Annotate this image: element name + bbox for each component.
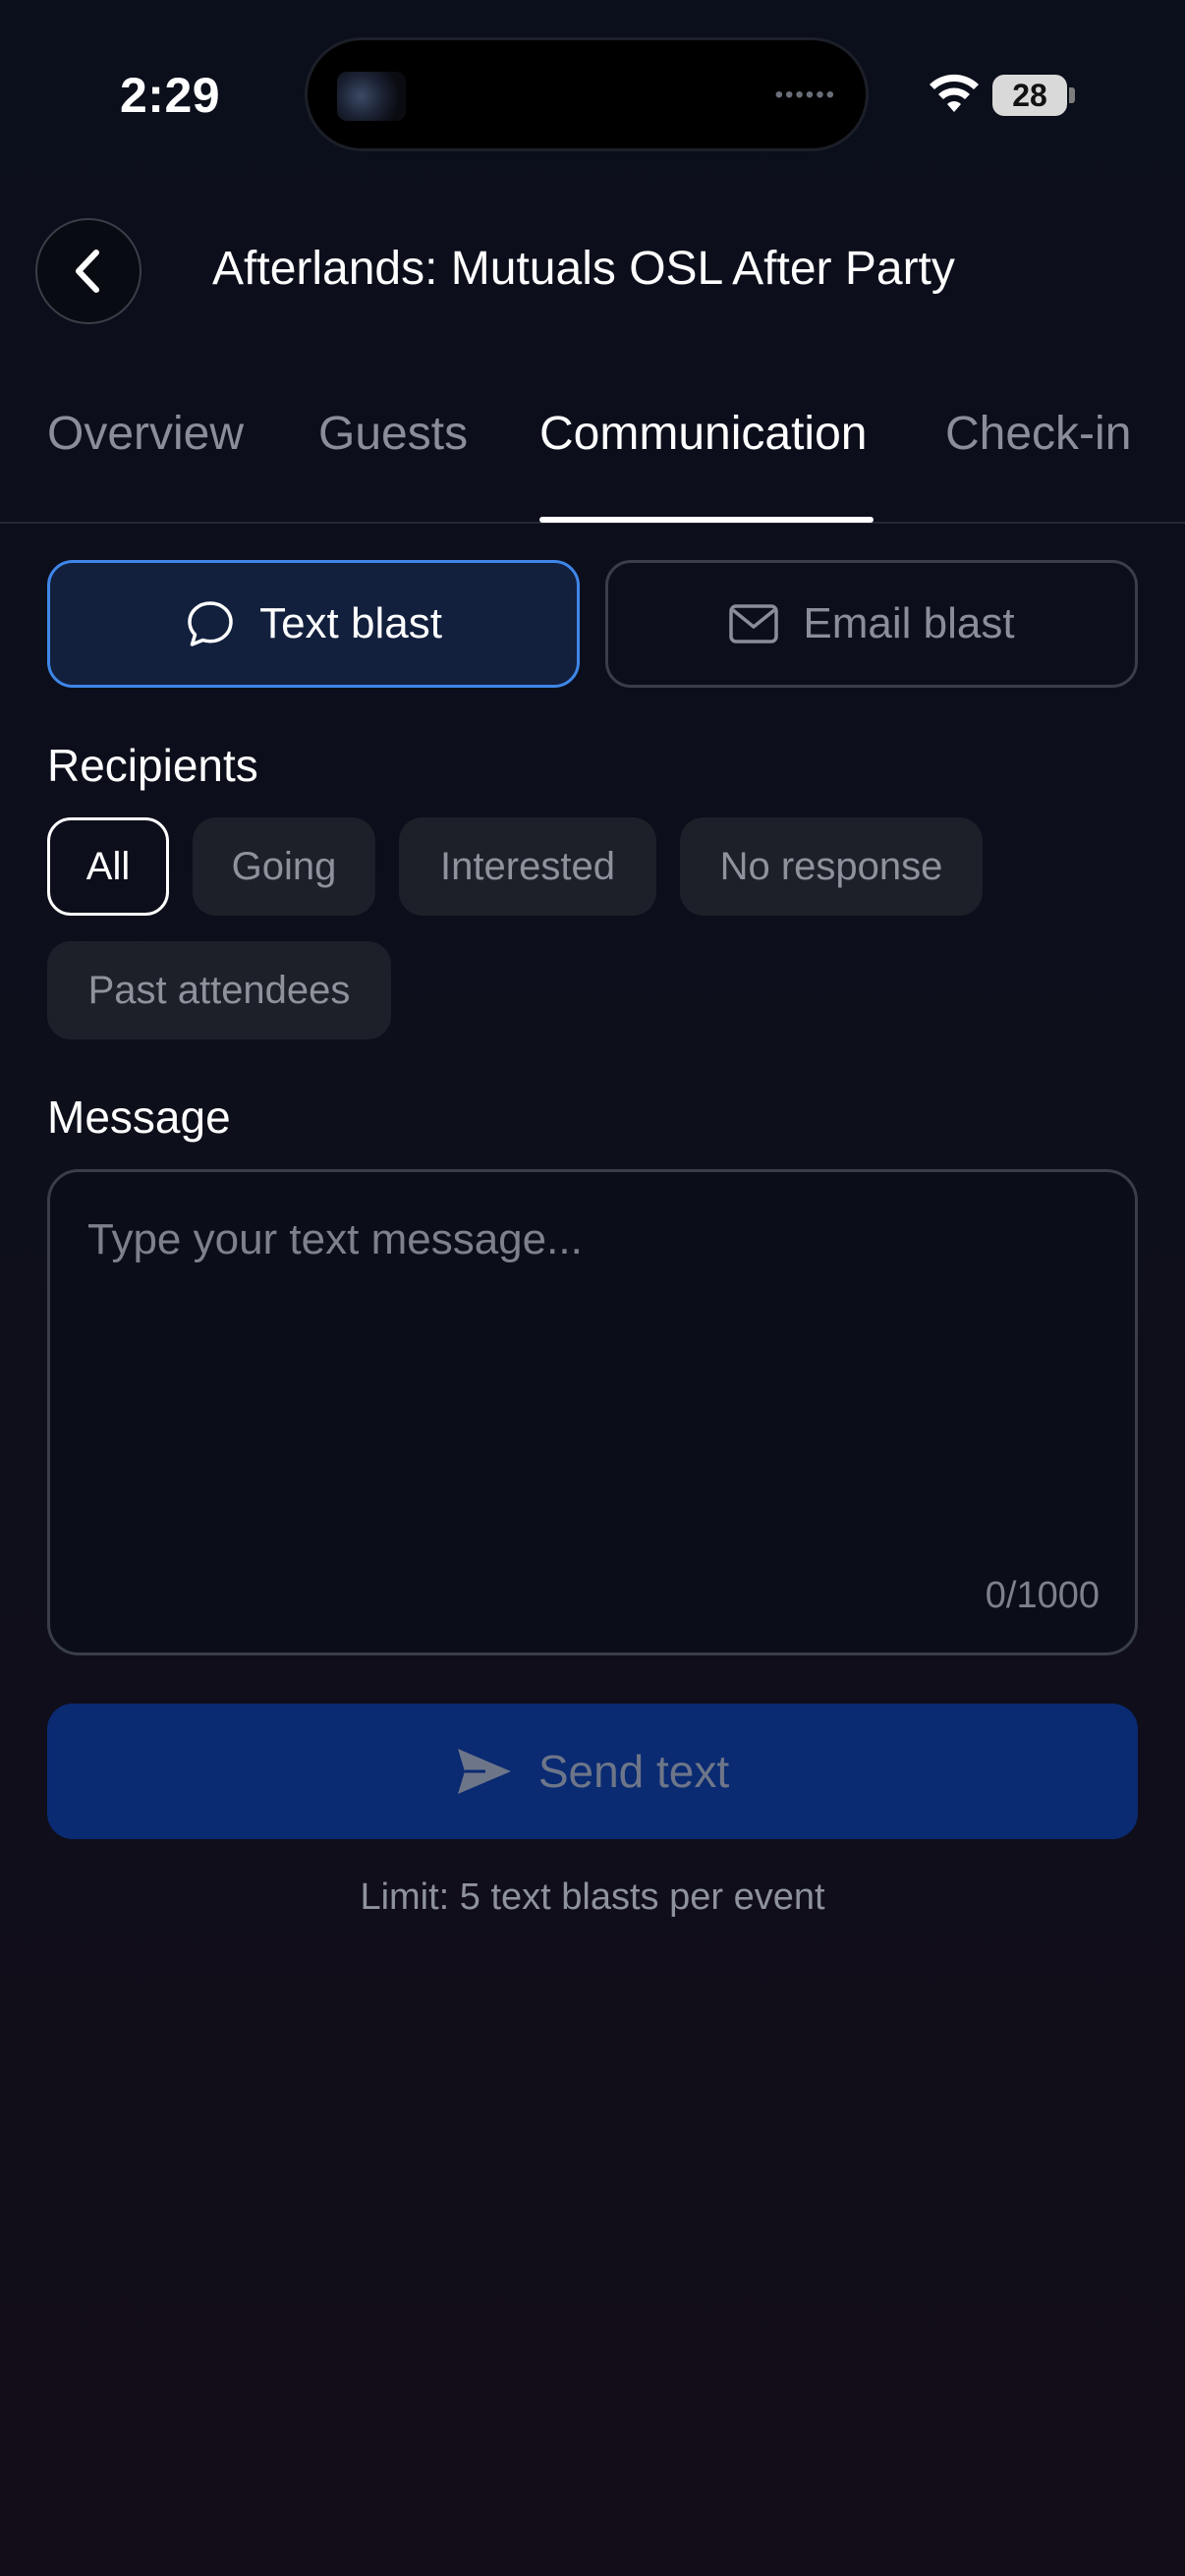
message-input[interactable] (87, 1215, 1070, 1569)
recipient-chip-no-response[interactable]: No response (680, 817, 983, 916)
send-icon (457, 1749, 511, 1794)
character-counter: 0/1000 (985, 1575, 1100, 1616)
communication-screen: 2:29 •••••• 28 Afterlands: Mutuals OSL A… (0, 0, 1185, 2576)
envelope-icon (729, 604, 779, 644)
tab-bar: Overview Guests Communication Check-in (0, 393, 1185, 524)
recipient-chip-interested[interactable]: Interested (399, 817, 656, 916)
wifi-icon (930, 74, 979, 112)
blast-limit-note: Limit: 5 text blasts per event (360, 1876, 825, 1918)
recipient-chip-past-attendees[interactable]: Past attendees (47, 941, 391, 1039)
recipient-chip-going[interactable]: Going (193, 817, 375, 916)
send-text-label: Send text (537, 1746, 730, 1797)
dynamic-island: •••••• (305, 37, 869, 151)
message-label: Message (47, 1092, 231, 1143)
now-playing-artwork-icon (337, 72, 406, 121)
text-blast-label: Text blast (259, 599, 442, 647)
text-blast-button[interactable]: Text blast (47, 560, 580, 688)
page-title: Afterlands: Mutuals OSL After Party (212, 243, 955, 295)
active-tab-indicator (539, 517, 874, 523)
tab-communication[interactable]: Communication (539, 407, 867, 461)
battery-level: 28 (992, 75, 1067, 116)
chevron-left-icon (76, 250, 99, 293)
recipients-label: Recipients (47, 740, 258, 791)
battery-tip-icon (1069, 87, 1075, 103)
message-box: 0/1000 (47, 1169, 1138, 1655)
email-blast-button[interactable]: Email blast (605, 560, 1138, 688)
chat-bubble-icon (188, 601, 233, 646)
tab-overview[interactable]: Overview (47, 407, 244, 461)
email-blast-label: Email blast (803, 599, 1015, 647)
tab-guests[interactable]: Guests (318, 407, 468, 461)
status-time: 2:29 (120, 68, 221, 123)
waveform-icon: •••••• (774, 82, 836, 108)
tab-check-in[interactable]: Check-in (945, 407, 1131, 461)
recipient-chip-all[interactable]: All (47, 817, 169, 916)
send-text-button[interactable]: Send text (47, 1704, 1138, 1839)
back-button[interactable] (35, 218, 141, 324)
